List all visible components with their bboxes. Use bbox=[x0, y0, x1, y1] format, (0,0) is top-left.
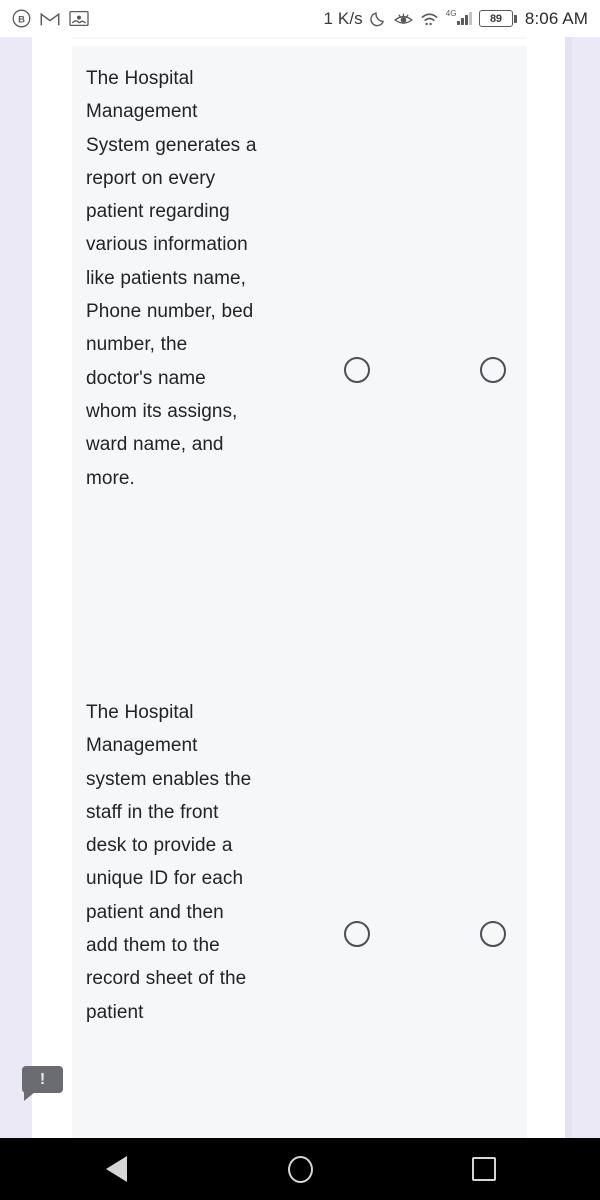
status-bar-indicators: 1 K/s 4G 89 8:06 AM bbox=[324, 0, 589, 37]
status-bar-notifications: B bbox=[0, 9, 89, 28]
signal-bars-icon: 4G bbox=[445, 9, 472, 25]
question-text: The Hospital Management system enables t… bbox=[86, 702, 252, 1023]
back-triangle-icon bbox=[105, 1156, 127, 1182]
eye-icon bbox=[393, 13, 413, 24]
question-card: The Hospital Management System generates… bbox=[72, 46, 527, 680]
battery-icon: 89 bbox=[478, 10, 517, 27]
battery-percent-label: 89 bbox=[490, 12, 502, 25]
question-card: The Hospital Management system enables t… bbox=[72, 680, 527, 1138]
status-bar: B 1 K/s 4G 89 8:06 AM bbox=[0, 0, 600, 37]
radio-option-b[interactable] bbox=[480, 921, 506, 947]
phone-screen: B 1 K/s 4G 89 8:06 AM The Hospital Manag… bbox=[0, 0, 600, 1200]
radio-option-b[interactable] bbox=[480, 357, 506, 383]
radio-option-a[interactable] bbox=[344, 921, 370, 947]
screenshot-icon bbox=[69, 10, 89, 27]
android-navigation-bar bbox=[0, 1138, 600, 1200]
vertical-scrollbar[interactable] bbox=[565, 37, 572, 1138]
clock-label: 8:06 AM bbox=[524, 8, 588, 28]
home-circle-icon bbox=[287, 1155, 313, 1183]
feedback-exclamation-label: ! bbox=[39, 1070, 46, 1088]
right-gutter bbox=[572, 37, 600, 1138]
nav-back-button[interactable] bbox=[88, 1141, 144, 1197]
question-card-previous bbox=[72, 37, 527, 39]
question-text: The Hospital Management System generates… bbox=[86, 68, 257, 489]
recents-square-icon bbox=[472, 1157, 496, 1181]
gmail-icon bbox=[40, 12, 60, 25]
nav-home-button[interactable] bbox=[272, 1141, 328, 1197]
page-content-frame: The Hospital Management System generates… bbox=[0, 37, 600, 1138]
nav-recents-button[interactable] bbox=[456, 1141, 512, 1197]
feedback-icon[interactable]: ! bbox=[22, 1066, 63, 1101]
svg-text:B: B bbox=[18, 14, 25, 25]
radio-option-a[interactable] bbox=[344, 357, 370, 383]
network-type-label: 4G bbox=[445, 9, 457, 18]
wifi-icon bbox=[421, 12, 438, 25]
document-body: The Hospital Management System generates… bbox=[32, 37, 565, 1138]
moon-icon bbox=[370, 12, 384, 27]
bitwarden-icon: B bbox=[12, 9, 31, 28]
network-rate-label: 1 K/s bbox=[323, 8, 363, 28]
left-gutter bbox=[0, 37, 32, 1138]
